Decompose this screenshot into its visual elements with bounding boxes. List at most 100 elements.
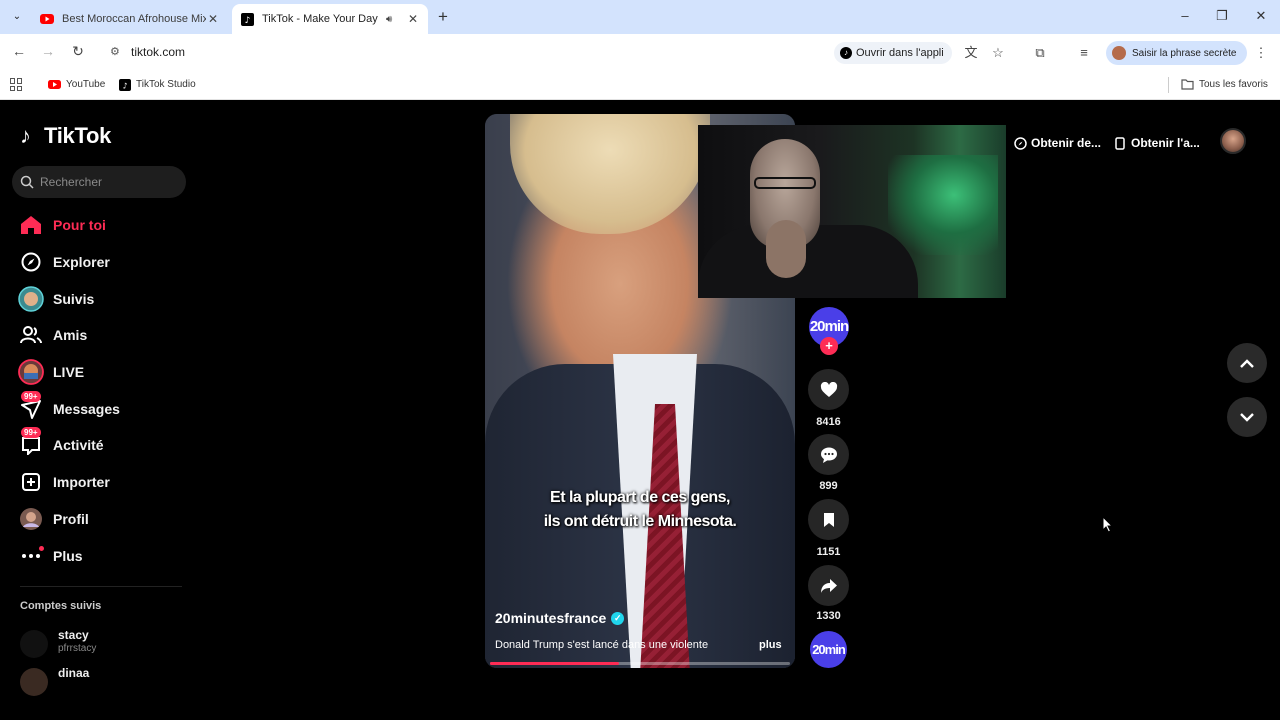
notification-dot — [39, 545, 44, 551]
music-disc[interactable]: 20min — [810, 631, 847, 668]
tiktok-page: ♪ TikTok Pour toi Explorer Suivis — [0, 101, 1280, 720]
chevron-up-icon — [1240, 358, 1254, 368]
notification-badge: 99+ — [21, 427, 41, 439]
profile-chip[interactable]: Saisir la phrase secrète — [1106, 41, 1247, 65]
nav-item-plus[interactable]: Plus — [18, 537, 188, 574]
media-controls-icon[interactable]: ≡ — [1075, 44, 1093, 62]
tiktok-icon: ♪ — [118, 78, 131, 91]
nav-item-importer[interactable]: Importer — [18, 464, 188, 501]
url-text[interactable]: tiktok.com — [131, 45, 185, 59]
nav-item-pour-toi[interactable]: Pour toi — [18, 207, 188, 244]
tab-tiktok[interactable]: ♪ TikTok - Make Your Day 🔊︎ ✕ — [232, 4, 428, 34]
search-box[interactable] — [12, 166, 186, 198]
avatar — [20, 630, 48, 658]
close-window-icon[interactable]: ✕ — [1252, 8, 1270, 24]
nav-label: Plus — [53, 547, 83, 564]
subtitle-line-2: ils ont détruit le Minnesota. — [543, 513, 737, 530]
close-tab-icon[interactable]: ✕ — [406, 12, 420, 26]
share-button[interactable] — [808, 565, 849, 606]
more-button[interactable]: plus — [759, 639, 782, 651]
account-name: stacy — [58, 628, 89, 642]
nav-item-messages[interactable]: 99+ Messages — [18, 390, 188, 427]
share-count: 1330 — [816, 610, 841, 622]
subtitle-line-1: Et la plupart de ces gens, — [550, 489, 730, 506]
messages-icon: 99+ — [18, 390, 44, 422]
comment-button[interactable] — [808, 434, 849, 475]
get-coins-button[interactable]: Obtenir de... — [1013, 128, 1101, 158]
webcam-person-glasses — [754, 177, 816, 189]
bookmark-tiktok-studio[interactable]: ♪ TikTok Studio — [118, 78, 196, 91]
nav-label: Activité — [53, 437, 104, 454]
video-author[interactable]: 20minutesfrance ✓ — [495, 610, 625, 626]
mouse-cursor-icon — [1102, 516, 1114, 533]
cta-label: Obtenir l'a... — [1131, 136, 1200, 150]
reload-icon[interactable]: ↻ — [69, 43, 87, 60]
followed-account-dinaa[interactable]: dinaa — [20, 666, 190, 696]
like-button[interactable] — [808, 369, 849, 410]
nav-label: Suivis — [53, 290, 95, 307]
tiktok-icon: ♪ — [840, 47, 852, 59]
heart-icon — [820, 381, 837, 397]
previous-video-button[interactable] — [1227, 343, 1267, 383]
youtube-icon — [48, 78, 61, 91]
nav-item-suivis[interactable]: Suivis — [18, 280, 188, 317]
minimize-icon[interactable]: – — [1176, 8, 1194, 23]
open-in-app-button[interactable]: ♪ Ouvrir dans l'appli — [834, 42, 952, 64]
get-app-button[interactable]: Obtenir l'a... — [1113, 128, 1200, 158]
restore-icon[interactable]: ❐ — [1213, 8, 1231, 24]
nav-item-amis[interactable]: Amis — [18, 317, 188, 354]
upload-icon — [18, 469, 44, 495]
divider — [20, 586, 182, 587]
share-icon — [820, 578, 837, 593]
tab-title: TikTok - Make Your Day — [262, 13, 378, 25]
apps-grid-icon[interactable] — [10, 78, 23, 91]
divider — [1168, 77, 1169, 93]
back-icon[interactable]: ← — [10, 43, 28, 59]
avatar — [20, 668, 48, 696]
translate-icon[interactable]: 文 — [962, 44, 980, 62]
nav-label: LIVE — [53, 364, 85, 381]
nav-item-activite[interactable]: 99+ Activité — [18, 427, 188, 464]
extensions-icon[interactable]: ⧉ — [1031, 44, 1049, 62]
followed-account-stacy[interactable]: stacy pfrrstacy — [20, 628, 190, 658]
tab-search-chevron-icon[interactable]: ⌄ — [8, 8, 26, 26]
video-progress-bar[interactable] — [490, 662, 790, 665]
account-username: pfrrstacy — [58, 643, 97, 654]
webcam-background-light — [888, 155, 998, 255]
next-video-button[interactable] — [1227, 397, 1267, 437]
author-name: 20minutesfrance — [495, 610, 607, 626]
video-subtitle: Et la plupart de ces gens, ils ont détru… — [485, 486, 795, 534]
search-input[interactable] — [40, 175, 180, 189]
browser-menu-icon[interactable]: ⋮ — [1252, 44, 1270, 62]
all-bookmarks[interactable]: Tous les favoris — [1181, 78, 1268, 91]
all-bookmarks-label: Tous les favoris — [1199, 79, 1268, 90]
new-tab-button[interactable]: + — [434, 8, 452, 26]
user-avatar[interactable] — [1220, 128, 1246, 154]
bookmark-icon — [823, 512, 834, 527]
bookmark-youtube[interactable]: YouTube — [48, 78, 105, 91]
nav-item-profil[interactable]: Profil — [18, 501, 188, 538]
nav-label: Explorer — [53, 254, 110, 271]
tiktok-logo[interactable]: ♪ TikTok — [20, 123, 111, 149]
site-settings-icon[interactable]: ⚙︎ — [110, 45, 120, 58]
speaker-icon[interactable]: 🔊︎ — [386, 14, 400, 25]
close-tab-icon[interactable]: ✕ — [206, 12, 220, 26]
address-bar[interactable]: ⚙︎ tiktok.com — [102, 38, 1102, 66]
nav-label: Pour toi — [53, 217, 106, 234]
tab-youtube[interactable]: Best Moroccan Afrohouse Mix... ✕ — [32, 4, 228, 34]
logo-text: TikTok — [44, 123, 112, 148]
webcam-person-hand — [766, 220, 806, 278]
notification-badge: 99+ — [21, 390, 41, 402]
nav-item-explorer[interactable]: Explorer — [18, 244, 188, 281]
save-count: 1151 — [816, 546, 841, 558]
nav-item-live[interactable]: LIVE — [18, 354, 188, 391]
phone-icon — [1113, 136, 1127, 150]
forward-icon[interactable]: → — [39, 43, 57, 59]
like-count: 8416 — [816, 416, 841, 428]
follow-plus-button[interactable]: + — [820, 337, 838, 355]
save-button[interactable] — [808, 499, 849, 540]
home-icon — [18, 212, 44, 238]
tab-title: Best Moroccan Afrohouse Mix... — [62, 13, 206, 25]
live-avatar-icon — [18, 359, 44, 385]
bookmark-star-icon[interactable]: ☆ — [989, 44, 1007, 62]
